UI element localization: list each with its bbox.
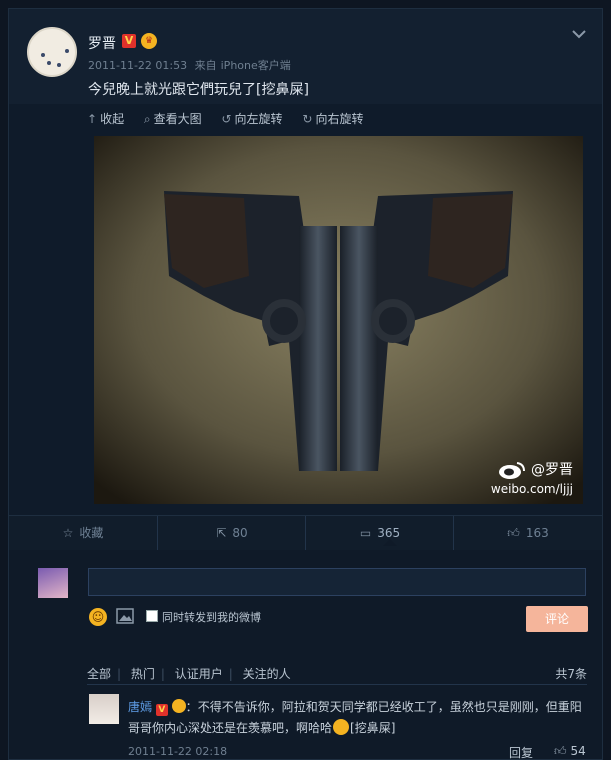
comment-text: 唐嫣 V ：不得不告诉你，阿拉和贺天同学都已经收工了，虽然也只是刚刚，但重阳哥哥…	[128, 697, 590, 739]
like-button[interactable]: 👍︎ 163	[453, 516, 602, 550]
comment-total: 共7条	[555, 667, 587, 681]
comment-input[interactable]	[88, 568, 586, 596]
action-bar: ☆ 收藏 ⇱ 80 ▭ 365 👍︎ 163	[9, 515, 602, 551]
post-meta: 2011-11-22 01:53 来自 iPhone客户端	[88, 57, 295, 73]
chevron-down-icon[interactable]	[572, 27, 586, 43]
media-toolbar: ↑ 收起 ⌕ 查看大图 ↺ 向左旋转 ↻ 向右旋转	[87, 110, 379, 128]
verified-badge-icon: V	[122, 34, 136, 48]
emoticon-icon	[333, 719, 350, 735]
rotate-left-icon: ↺	[221, 112, 232, 126]
verified-badge-icon: V	[155, 704, 168, 716]
current-user-avatar[interactable]	[38, 568, 68, 598]
comment-count: 365	[377, 526, 401, 540]
comment-filters: 全部 | 热门 | 认证用户 | 关注的人 共7条	[87, 665, 587, 682]
also-repost-label: 同时转发到我的微博	[162, 611, 261, 624]
post-text: 今兒晚上就光跟它們玩兒了[挖鼻屎]	[88, 82, 309, 98]
also-repost-checkbox[interactable]	[146, 610, 158, 622]
watermark-url: weibo.com/ljjj	[490, 482, 573, 496]
post-photo[interactable]: @罗晋 weibo.com/ljjj	[94, 136, 583, 504]
comment-icon: ▭	[359, 526, 372, 540]
author-name[interactable]: 罗晋	[88, 33, 116, 53]
comment-section: ☺ 同时转发到我的微博 评论 全部 | 热门 | 认证用户 | 关注的人 共7条 唐嫣…	[9, 550, 602, 759]
rotate-right-label: 向右旋转	[315, 112, 364, 126]
rotate-right-icon: ↻	[302, 112, 313, 126]
arrow-up-icon: ↑	[87, 112, 98, 126]
repost-icon: ⇱	[216, 526, 227, 540]
filter-verified[interactable]: 认证用户	[175, 665, 223, 682]
author-avatar[interactable]	[27, 27, 77, 77]
comment-caret	[383, 539, 397, 546]
watermark-handle: @罗晋	[531, 462, 573, 478]
favorite-label: 收藏	[79, 526, 104, 540]
image-watermark: @罗晋 weibo.com/ljjj	[491, 459, 573, 496]
submit-comment-button[interactable]: 评论	[526, 606, 588, 632]
favorite-button[interactable]: ☆ 收藏	[9, 516, 157, 550]
member-crown-icon: ♛	[141, 33, 157, 49]
weibo-logo-icon	[499, 462, 525, 479]
star-icon: ☆	[62, 526, 74, 540]
like-count: 163	[525, 526, 549, 540]
pistols-image	[94, 136, 583, 504]
member-crown-icon	[171, 699, 186, 713]
emoji-icon[interactable]: ☺	[89, 608, 107, 626]
comment-like-count: 54	[570, 744, 586, 758]
rotate-left-label: 向左旋转	[234, 112, 283, 126]
comment-separator: ：	[185, 700, 198, 714]
post-source[interactable]: iPhone客户端	[221, 59, 291, 72]
post-timestamp[interactable]: 2011-11-22 01:53	[88, 59, 187, 72]
thumbs-up-icon: 👍︎	[507, 526, 520, 540]
filter-hot[interactable]: 热门	[131, 665, 155, 682]
divider	[87, 684, 587, 685]
rotate-right-button[interactable]: ↻ 向右旋转	[302, 110, 363, 127]
repost-count: 80	[232, 526, 248, 540]
comment-button[interactable]: ▭ 365	[305, 516, 454, 550]
collapse-button[interactable]: ↑ 收起	[87, 110, 124, 127]
comment-emoticon-text: [挖鼻屎]	[350, 721, 396, 735]
comment-like-button[interactable]: 👍︎ 54	[554, 744, 586, 759]
source-prefix: 来自	[194, 59, 217, 72]
media-panel: ↑ 收起 ⌕ 查看大图 ↺ 向左旋转 ↻ 向右旋转 @罗晋 weibo.com/…	[9, 104, 602, 522]
weibo-post-card: 罗晋 V ♛ 2011-11-22 01:53 来自 iPhone客户端 今兒晚上…	[8, 8, 603, 760]
filter-all[interactable]: 全部	[87, 665, 111, 682]
thumbs-up-icon: 👍︎	[554, 744, 567, 758]
magnifier-icon: ⌕	[143, 112, 151, 126]
collapse-label: 收起	[100, 112, 125, 126]
repost-button[interactable]: ⇱ 80	[157, 516, 306, 550]
filter-following[interactable]: 关注的人	[243, 665, 291, 682]
comment-timestamp: 2011-11-22 02:18	[128, 745, 228, 758]
view-large-button[interactable]: ⌕ 查看大图	[144, 110, 202, 127]
rotate-left-button[interactable]: ↺ 向左旋转	[221, 110, 282, 127]
reply-button[interactable]: 回复	[509, 744, 533, 759]
commenter-avatar[interactable]	[89, 694, 119, 724]
image-upload-icon[interactable]	[116, 608, 134, 624]
view-large-label: 查看大图	[153, 112, 202, 126]
commenter-name[interactable]: 唐嫣	[128, 700, 152, 714]
